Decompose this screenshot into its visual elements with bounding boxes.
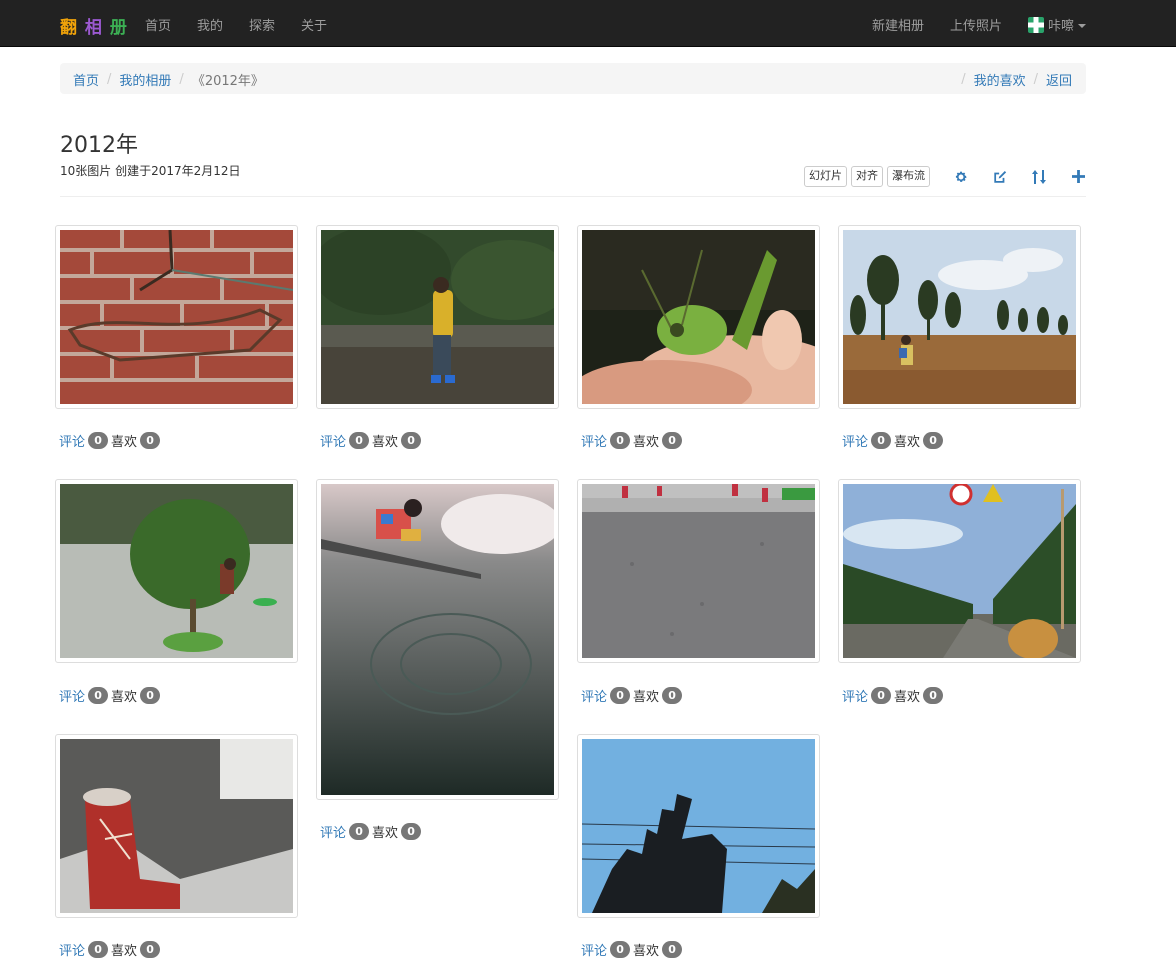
comment-count-badge: 0	[88, 941, 109, 958]
comment-link[interactable]: 评论	[581, 686, 607, 705]
like-count-badge: 0	[923, 432, 944, 449]
like-label: 喜欢	[633, 690, 660, 705]
photo-stats: 评论 0 喜欢 0	[320, 822, 424, 841]
like-count-badge: 0	[923, 687, 944, 704]
user-menu[interactable]: 咔嚓	[1027, 15, 1086, 34]
photo-thumbnail[interactable]	[838, 225, 1081, 409]
like-count-badge: 0	[662, 432, 683, 449]
comment-link[interactable]: 评论	[581, 940, 607, 959]
photo-thumbnail[interactable]	[316, 479, 559, 800]
like-count-badge: 0	[662, 941, 683, 958]
album-toolbar: 幻灯片 对齐 瀑布流	[800, 166, 1086, 187]
photo-thumbnail[interactable]	[55, 734, 298, 918]
brand-logo[interactable]: 翻 相 册	[60, 13, 128, 38]
edit-icon[interactable]	[992, 169, 1008, 185]
nav-explore[interactable]: 探索	[249, 15, 275, 34]
like-label: 喜欢	[633, 435, 660, 450]
like-count-badge: 0	[662, 687, 683, 704]
nav-about[interactable]: 关于	[301, 15, 327, 34]
breadcrumb-favorites[interactable]: 我的喜欢	[974, 70, 1026, 89]
photo-stats: 评论 0 喜欢 0	[842, 431, 946, 450]
photo-stats: 评论 0 喜欢 0	[59, 431, 163, 450]
photo-thumbnail[interactable]	[838, 479, 1081, 663]
photo-stats: 评论 0 喜欢 0	[320, 431, 424, 450]
align-button[interactable]: 对齐	[851, 166, 883, 187]
sort-icon[interactable]	[1031, 169, 1047, 185]
comment-link[interactable]: 评论	[581, 431, 607, 450]
like-label: 喜欢	[894, 435, 921, 450]
comment-link[interactable]: 评论	[59, 940, 85, 959]
breadcrumb-home[interactable]: 首页	[73, 70, 99, 89]
brand-char-2: 相	[84, 18, 103, 38]
caret-down-icon	[1078, 24, 1086, 28]
photo-stats: 评论 0 喜欢 0	[581, 431, 685, 450]
like-count-badge: 0	[401, 823, 422, 840]
breadcrumb-separator: /	[1033, 72, 1038, 87]
photo-stats: 评论 0 喜欢 0	[581, 940, 685, 959]
comment-link[interactable]: 评论	[842, 686, 868, 705]
photo-stats: 评论 0 喜欢 0	[59, 686, 163, 705]
comment-count-badge: 0	[871, 432, 892, 449]
top-navbar: 翻 相 册 首页 我的 探索 关于 新建相册 上传照片 咔嚓	[0, 0, 1176, 47]
avatar-icon	[1027, 17, 1044, 33]
like-label: 喜欢	[111, 944, 138, 959]
nav-mine[interactable]: 我的	[197, 15, 223, 34]
comment-link[interactable]: 评论	[842, 431, 868, 450]
comment-link[interactable]: 评论	[320, 431, 346, 450]
like-label: 喜欢	[111, 435, 138, 450]
breadcrumb-current: 《2012年》	[191, 74, 264, 89]
photo-thumbnail[interactable]	[577, 479, 820, 663]
gear-icon[interactable]	[953, 169, 969, 185]
comment-link[interactable]: 评论	[59, 686, 85, 705]
photo-stats: 评论 0 喜欢 0	[842, 686, 946, 705]
photo-stats: 评论 0 喜欢 0	[581, 686, 685, 705]
like-count-badge: 0	[401, 432, 422, 449]
brand-char-1: 翻	[60, 18, 78, 38]
nav-upload[interactable]: 上传照片	[950, 15, 1002, 34]
slideshow-button[interactable]: 幻灯片	[804, 166, 847, 187]
brand-char-3: 册	[109, 18, 128, 38]
comment-count-badge: 0	[88, 432, 109, 449]
nav-home[interactable]: 首页	[145, 15, 171, 34]
plus-icon[interactable]	[1070, 169, 1086, 185]
waterfall-button[interactable]: 瀑布流	[887, 166, 930, 187]
comment-count-badge: 0	[610, 941, 631, 958]
breadcrumb-my-albums[interactable]: 我的相册	[119, 70, 171, 89]
like-label: 喜欢	[372, 435, 399, 450]
nav-new-album[interactable]: 新建相册	[872, 15, 924, 34]
photo-thumbnail[interactable]	[55, 225, 298, 409]
comment-count-badge: 0	[349, 432, 370, 449]
breadcrumb: 首页 / 我的相册 / 《2012年》 / 我的喜欢 / 返回	[60, 63, 1086, 94]
like-count-badge: 0	[140, 432, 161, 449]
photo-thumbnail[interactable]	[55, 479, 298, 663]
comment-count-badge: 0	[610, 432, 631, 449]
album-title: 2012年	[60, 133, 138, 158]
breadcrumb-separator: /	[179, 72, 184, 87]
like-label: 喜欢	[894, 690, 921, 705]
like-count-badge: 0	[140, 941, 161, 958]
username: 咔嚓	[1047, 19, 1074, 34]
like-label: 喜欢	[633, 944, 660, 959]
album-meta: 10张图片 创建于2017年2月12日	[60, 164, 241, 178]
comment-count-badge: 0	[349, 823, 370, 840]
comment-count-badge: 0	[610, 687, 631, 704]
header-divider	[60, 196, 1086, 197]
comment-link[interactable]: 评论	[59, 431, 85, 450]
photo-thumbnail[interactable]	[577, 225, 820, 409]
like-count-badge: 0	[140, 687, 161, 704]
comment-count-badge: 0	[88, 687, 109, 704]
comment-count-badge: 0	[871, 687, 892, 704]
like-label: 喜欢	[372, 826, 399, 841]
breadcrumb-back[interactable]: 返回	[1046, 70, 1072, 89]
breadcrumb-separator: /	[961, 72, 966, 87]
like-label: 喜欢	[111, 690, 138, 705]
photo-thumbnail[interactable]	[316, 225, 559, 409]
breadcrumb-separator: /	[107, 72, 112, 87]
photo-stats: 评论 0 喜欢 0	[59, 940, 163, 959]
comment-link[interactable]: 评论	[320, 822, 346, 841]
photo-thumbnail[interactable]	[577, 734, 820, 918]
